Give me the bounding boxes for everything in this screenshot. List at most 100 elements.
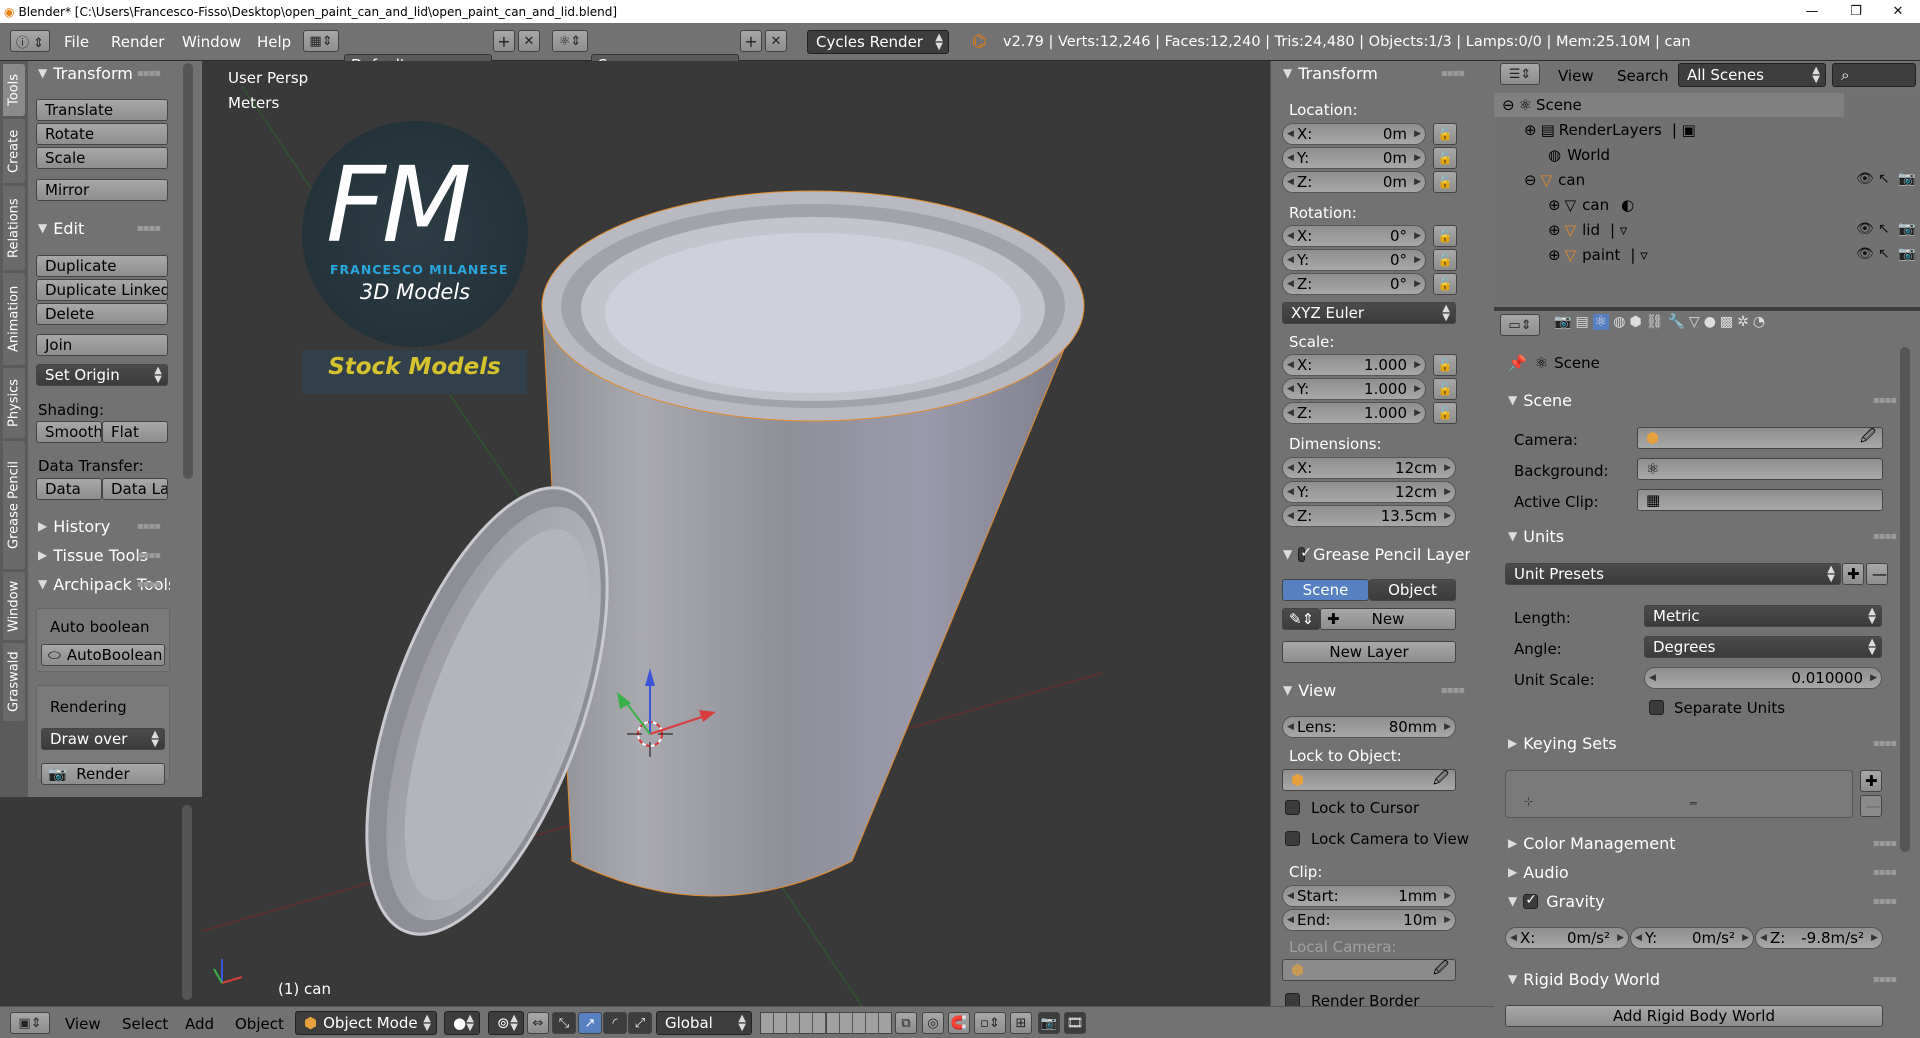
remove-scene-icon[interactable]: ✕: [765, 30, 787, 52]
menu-file[interactable]: File: [64, 31, 89, 53]
rotation-mode-select[interactable]: XYZ Euler ▲ ▼: [1282, 302, 1456, 324]
eyedropper-icon[interactable]: 🖉: [1433, 960, 1449, 980]
add-scene-icon[interactable]: +: [740, 30, 762, 52]
list-resize-icon[interactable]: ═: [1690, 797, 1697, 810]
outliner-item-world[interactable]: ◍ World: [1548, 143, 1610, 167]
tool-shelf-scrollbar[interactable]: [183, 63, 193, 479]
clip-end-field[interactable]: ◀ End: 10m ▶: [1282, 909, 1456, 931]
scene-tab-icon[interactable]: ⚛: [1592, 314, 1610, 330]
gp-new-layer-button[interactable]: New Layer: [1282, 641, 1456, 663]
panel-grip-icon[interactable]: ▪▪▪▪: [1873, 974, 1897, 985]
scene-panel-header[interactable]: ▼ Scene: [1508, 388, 1572, 412]
particles-tab-icon[interactable]: ✲: [1737, 314, 1749, 330]
dimensions-z-field[interactable]: ◀ Z: 13.5cm ▶: [1282, 505, 1456, 527]
opengl-animation-icon[interactable]: 🎞: [1064, 1012, 1086, 1034]
layer-buttons-2[interactable]: [826, 1012, 892, 1034]
panel-grip-icon[interactable]: ▪▪▪▪: [1873, 867, 1897, 878]
add-keying-set-button[interactable]: ✚: [1860, 770, 1882, 792]
mirror-button[interactable]: Mirror: [36, 179, 168, 201]
outliner-item-lid[interactable]: ⊕ ▽ lid | ▿: [1548, 218, 1627, 242]
edit-panel-header[interactable]: ▼ Edit: [38, 216, 84, 240]
material-tab-icon[interactable]: ●: [1704, 314, 1716, 330]
menu-object[interactable]: Object: [235, 1015, 284, 1033]
remove-layout-icon[interactable]: ✕: [518, 30, 540, 52]
rotation-x-field[interactable]: ◀ X: 0° ▶: [1282, 225, 1426, 247]
grease-pencil-layer-header[interactable]: ▼Grease Pencil Layer: [1283, 542, 1471, 566]
minimize-button[interactable]: —: [1790, 0, 1834, 23]
gravity-checkbox[interactable]: [1523, 892, 1539, 909]
visibility-eye-icon[interactable]: 👁: [1856, 171, 1874, 187]
render-camera-icon[interactable]: 📷: [1898, 171, 1915, 187]
proportional-edit-icon[interactable]: ◎: [922, 1012, 944, 1034]
panel-grip-icon[interactable]: ▪▪▪▪: [1441, 685, 1465, 696]
tab-window[interactable]: Window: [3, 572, 25, 640]
close-button[interactable]: ✕: [1876, 0, 1920, 23]
lock-rotation-z-icon[interactable]: 🔓: [1433, 273, 1457, 295]
clip-start-field[interactable]: ◀ Start: 1mm ▶: [1282, 885, 1456, 907]
select-arrow-icon[interactable]: ↖: [1878, 221, 1890, 237]
rotation-y-field[interactable]: ◀ Y: 0° ▶: [1282, 249, 1426, 271]
translate-manipulator-icon[interactable]: ↗: [578, 1012, 602, 1034]
auto-boolean-button[interactable]: ⬭ AutoBoolean: [41, 644, 165, 666]
lock-location-z-icon[interactable]: 🔓: [1433, 171, 1457, 193]
panel-grip-icon[interactable]: ▪▪▪▪: [1873, 838, 1897, 849]
lock-location-y-icon[interactable]: 🔓: [1433, 147, 1457, 169]
outliner-item-can-parent[interactable]: ⊖ ▽ can: [1524, 168, 1585, 192]
panel-grip-icon[interactable]: ▪▪▪▪: [1873, 738, 1897, 749]
manipulator-icon[interactable]: ⤡: [552, 1012, 576, 1034]
lock-location-x-icon[interactable]: 🔓: [1433, 123, 1457, 145]
outliner-menu-search[interactable]: Search: [1617, 67, 1669, 85]
editor-type-info-button[interactable]: ⓘ ⇕: [10, 30, 50, 52]
render-tab-icon[interactable]: 📷: [1554, 314, 1571, 330]
rotation-z-field[interactable]: ◀ Z: 0° ▶: [1282, 273, 1426, 295]
transform-orientation-select[interactable]: Global ▲ ▼: [656, 1011, 752, 1035]
scale-button[interactable]: Scale: [36, 147, 168, 169]
lower-scrollbar[interactable]: [182, 805, 192, 1000]
flat-button[interactable]: Flat: [102, 421, 168, 443]
manipulator-toggle-icon[interactable]: ⇔: [527, 1012, 549, 1034]
unit-scale-field[interactable]: ◀ 0.010000 ▶: [1644, 667, 1882, 689]
lock-camera-checkbox[interactable]: [1285, 831, 1300, 846]
eyedropper-icon[interactable]: 🖉: [1860, 428, 1876, 448]
menu-help[interactable]: Help: [257, 31, 291, 53]
add-unit-preset-button[interactable]: ✚: [1842, 563, 1864, 585]
translate-button[interactable]: Translate: [36, 99, 168, 121]
tab-grease-pencil[interactable]: Grease Pencil: [3, 441, 25, 569]
gravity-panel-header[interactable]: ▼Gravity: [1508, 889, 1605, 913]
panel-grip-icon[interactable]: ▪▪▪▪: [137, 550, 161, 561]
outliner-filter-select[interactable]: All Scenes ▲ ▼: [1678, 63, 1826, 87]
rotate-button[interactable]: Rotate: [36, 123, 168, 145]
gp-object-button[interactable]: Object: [1369, 579, 1456, 601]
units-panel-header[interactable]: ▼ Units: [1508, 524, 1564, 548]
gp-new-button[interactable]: ✚ New: [1320, 608, 1456, 630]
render-camera-icon[interactable]: 📷: [1898, 246, 1915, 262]
snap-element-icon[interactable]: ▫⇕: [974, 1012, 1006, 1034]
color-management-panel-header[interactable]: ▶ Color Management: [1508, 831, 1676, 855]
maximize-button[interactable]: ❐: [1834, 0, 1878, 23]
3d-viewport[interactable]: User Persp Meters FM FRANCESCO MILANESE …: [202, 61, 1270, 1006]
opengl-render-icon[interactable]: 📷: [1038, 1012, 1060, 1034]
render-button[interactable]: 📷 Render: [41, 763, 165, 785]
tab-relations[interactable]: Relations: [3, 186, 25, 270]
panel-grip-icon[interactable]: ▪▪▪▪: [137, 521, 161, 532]
panel-grip-icon[interactable]: ▪▪▪▪: [137, 68, 161, 79]
snap-target-icon[interactable]: ⊞: [1010, 1012, 1032, 1034]
gravity-x-field[interactable]: ◀ X: 0m/s² ▶: [1505, 927, 1629, 949]
scene-icon[interactable]: ⚛⇕: [552, 30, 588, 52]
select-arrow-icon[interactable]: ↖: [1878, 171, 1890, 187]
outliner-item-scene[interactable]: ⊖ ⚛ Scene: [1502, 93, 1582, 117]
tab-animation[interactable]: Animation: [3, 273, 25, 365]
render-camera-icon[interactable]: 📷: [1898, 221, 1915, 237]
data-tab-icon[interactable]: ▽: [1689, 314, 1700, 330]
join-button[interactable]: Join: [36, 334, 168, 356]
screen-layout-icon[interactable]: ▦⇕: [303, 30, 339, 52]
panel-grip-icon[interactable]: ▪▪▪▪: [137, 579, 161, 590]
n-transform-header[interactable]: ▼ Transform: [1283, 61, 1378, 85]
delete-button[interactable]: Delete: [36, 303, 168, 325]
transform-panel-header[interactable]: ▼ Transform: [38, 61, 133, 85]
data-button[interactable]: Data: [36, 478, 102, 500]
lock-scale-z-icon[interactable]: 🔓: [1433, 402, 1457, 424]
lock-rotation-y-icon[interactable]: 🔓: [1433, 249, 1457, 271]
tab-create[interactable]: Create: [3, 119, 25, 183]
location-x-field[interactable]: ◀ X: 0m ▶: [1282, 123, 1426, 145]
